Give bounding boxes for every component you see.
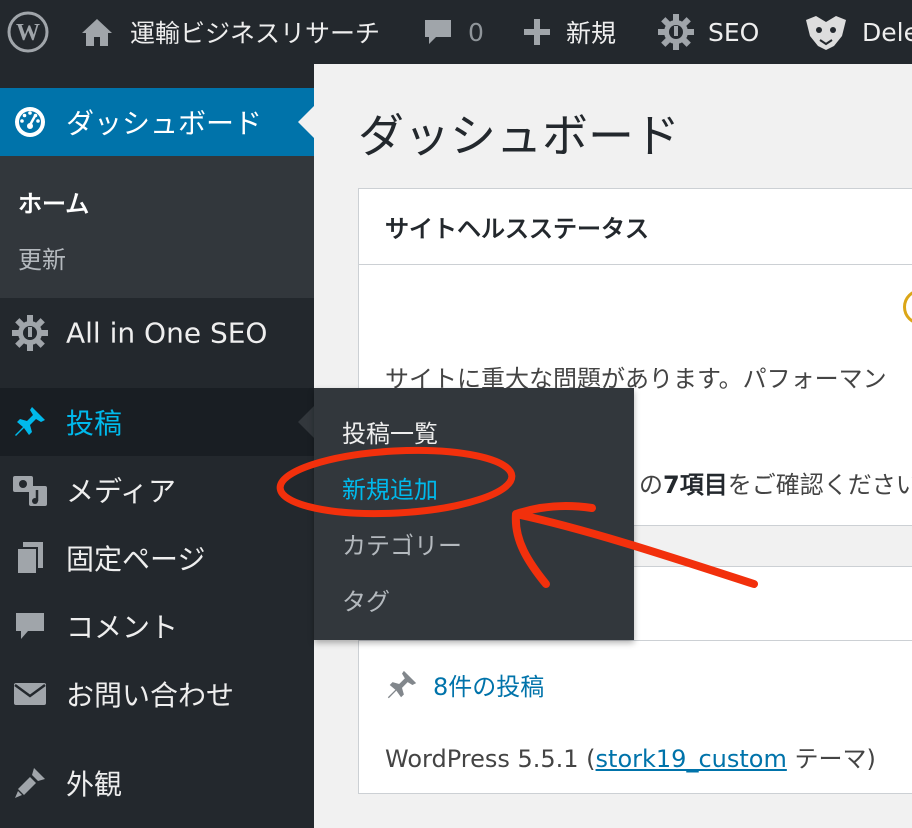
pushpin-icon: [10, 402, 50, 442]
home-icon: [82, 19, 112, 46]
items-suffix: をご確認ください: [727, 471, 912, 499]
submenu-updates-link[interactable]: 更新: [18, 240, 66, 275]
sidebar-item-dashboard[interactable]: ダッシュボード: [0, 88, 314, 156]
sidebar-item-pages[interactable]: 固定ページ: [0, 524, 314, 592]
dashboard-gauge-icon: [10, 102, 50, 142]
admin-bar-new[interactable]: 新規: [522, 0, 616, 64]
site-health-items-link[interactable]: の7項目をご確認ください: [639, 465, 912, 500]
sidebar-item-label: ダッシュボード: [66, 107, 263, 140]
theme-link[interactable]: stork19_custom: [596, 745, 787, 773]
submenu-home-link[interactable]: ホーム: [18, 184, 89, 219]
new-label: 新規: [566, 19, 617, 48]
site-name-link[interactable]: 運輸ビジネスリサーチ: [80, 0, 380, 64]
posts-count-link[interactable]: 8件の投稿: [385, 667, 544, 702]
admin-bar-seo[interactable]: SEO: [656, 0, 759, 64]
posts-count-label: 8件の投稿: [433, 673, 545, 701]
gear-icon: [10, 313, 50, 353]
sidebar-item-label: 投稿: [66, 407, 123, 440]
user-name-label: Dele: [862, 17, 912, 47]
comment-bubble-icon: [10, 606, 50, 646]
wordpress-logo-icon: W: [7, 11, 49, 53]
sidebar-item-contact[interactable]: お問い合わせ: [0, 660, 314, 728]
sidebar-item-label: All in One SEO: [66, 316, 268, 350]
sidebar-item-label: メディア: [66, 475, 177, 508]
admin-sidebar: ダッシュボード ホーム 更新 All in One SEO 投稿 メディア 固定…: [0, 64, 314, 828]
paintbrush-icon: [10, 763, 50, 803]
comment-bubble-icon: [425, 20, 451, 44]
flyout-all-posts[interactable]: 投稿一覧: [342, 414, 438, 449]
wordpress-version-text: WordPress 5.5.1 (stork19_custom テーマ): [385, 739, 876, 774]
sidebar-item-label: 固定ページ: [66, 543, 206, 576]
items-prefix: の: [639, 471, 663, 499]
sidebar-item-comments[interactable]: コメント: [0, 592, 314, 660]
sidebar-item-label: 外観: [66, 768, 123, 801]
seo-label: SEO: [708, 17, 760, 47]
version-prefix: WordPress 5.5.1 (: [385, 745, 596, 773]
flyout-tags[interactable]: タグ: [342, 582, 390, 617]
gear-icon: [658, 14, 694, 50]
admin-bar: W 運輸ビジネスリサーチ 0 新規 SEO Dele: [0, 0, 912, 64]
site-health-heading: サイトヘルスステータス: [359, 189, 912, 265]
pages-icon: [10, 538, 50, 578]
wordpress-logo-button[interactable]: W: [6, 0, 50, 64]
sidebar-item-label: コメント: [66, 611, 179, 644]
site-name-label: 運輸ビジネスリサーチ: [130, 19, 381, 48]
sidebar-item-label: お問い合わせ: [66, 679, 235, 712]
media-icon: [10, 470, 50, 510]
user-avatar-icon: [806, 16, 846, 50]
sidebar-item-appearance[interactable]: 外観: [0, 750, 314, 816]
envelope-icon: [10, 674, 50, 714]
flyout-add-new[interactable]: 新規追加: [342, 470, 438, 505]
admin-bar-comments[interactable]: 0: [422, 0, 484, 64]
page-title: ダッシュボード: [358, 109, 680, 163]
sidebar-item-media[interactable]: メディア: [0, 456, 314, 524]
health-status-ring-icon: [903, 289, 912, 325]
dashboard-submenu: ホーム 更新: [0, 156, 314, 298]
admin-bar-user[interactable]: Dele: [802, 0, 912, 64]
svg-text:W: W: [16, 20, 40, 46]
posts-flyout-submenu: 投稿一覧 新規追加 カテゴリー タグ: [314, 388, 634, 640]
sidebar-item-all-in-one-seo[interactable]: All in One SEO: [0, 300, 314, 366]
version-suffix: テーマ): [786, 745, 876, 773]
plus-icon: [524, 19, 550, 45]
flyout-categories[interactable]: カテゴリー: [342, 526, 462, 561]
comment-count: 0: [468, 17, 484, 47]
items-count: 7項目: [663, 471, 728, 499]
pushpin-icon: [387, 670, 417, 698]
sidebar-item-posts[interactable]: 投稿: [0, 388, 314, 456]
